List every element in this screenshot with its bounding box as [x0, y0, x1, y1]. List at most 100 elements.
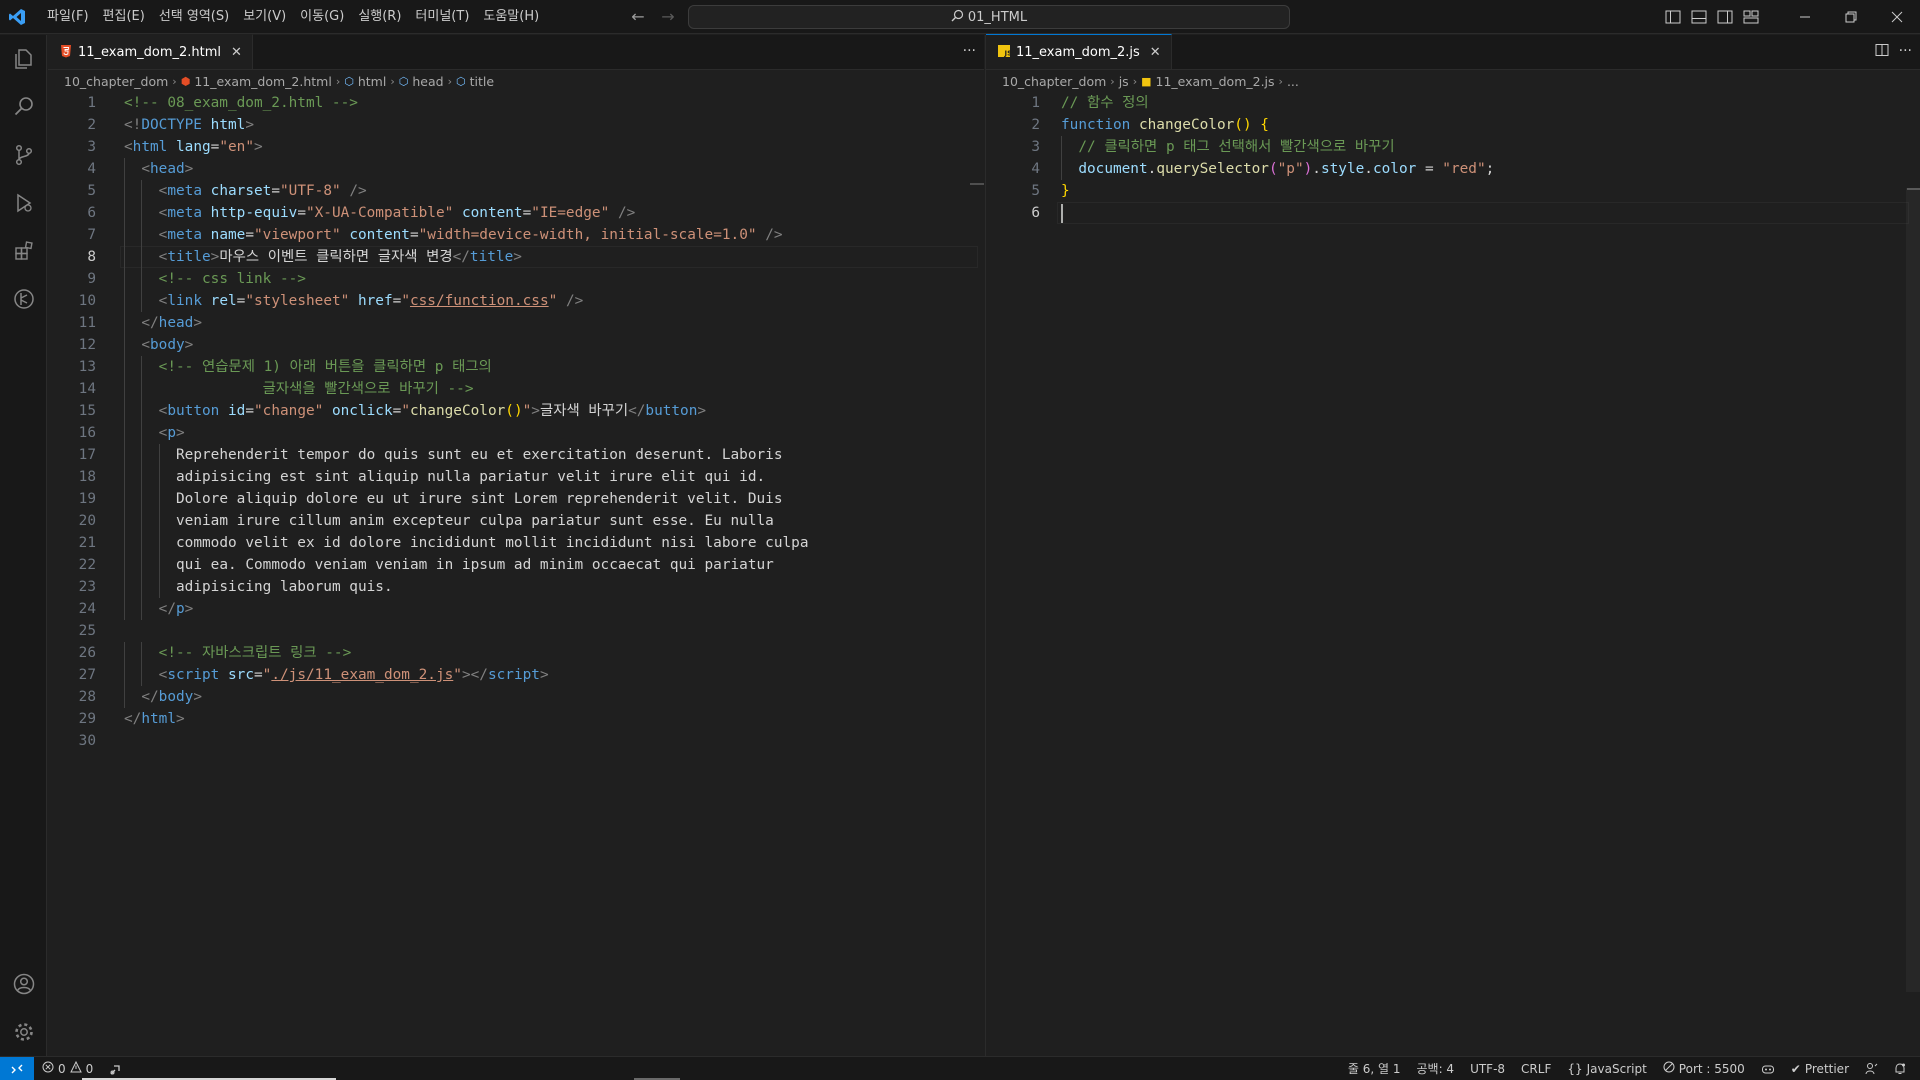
breadcrumb-segment[interactable]: 10_chapter_dom — [64, 74, 168, 89]
more-actions-icon[interactable]: ··· — [1899, 43, 1912, 61]
code-line[interactable]: 12 <body> — [48, 334, 984, 356]
code-line[interactable]: 2 <!DOCTYPE html> — [48, 114, 984, 136]
settings-gear-icon[interactable] — [0, 1008, 47, 1056]
close-tab-icon[interactable]: ✕ — [1150, 45, 1161, 60]
code-editor[interactable]: 1 <!-- 08_exam_dom_2.html --> 2 <!DOCTYPE h… — [48, 92, 984, 752]
toggle-primary-sidebar-icon[interactable] — [1660, 5, 1686, 29]
source-control-icon[interactable] — [0, 131, 47, 179]
code-line[interactable]: 3 <html lang="en"> — [48, 136, 984, 158]
breadcrumb-segment[interactable]: 10_chapter_dom — [1002, 74, 1106, 89]
code-line[interactable]: 5} — [986, 180, 1920, 202]
code-line[interactable]: 23 adipisicing laborum quis. — [48, 576, 984, 598]
code-line[interactable]: 4 <head> — [48, 158, 984, 180]
live-server-port[interactable]: Port : 5500 — [1655, 1061, 1753, 1076]
code-line[interactable]: 4 document.querySelector("p").style.color… — [986, 158, 1920, 180]
menu-item[interactable]: 터미널(T) — [408, 0, 476, 34]
menu-item[interactable]: 파일(F) — [40, 0, 96, 34]
close-tab-icon[interactable]: ✕ — [231, 45, 242, 60]
code-line[interactable]: 21 commodo velit ex id dolore incididunt … — [48, 532, 984, 554]
code-line[interactable]: 13 <!-- 연습문제 1) 아래 버튼을 클릭하면 p 태그의 — [48, 356, 984, 378]
code-line[interactable]: 8 <title>마우스 이벤트 클릭하면 글자색 변경</title> — [48, 246, 984, 268]
code-line[interactable]: 28 </body> — [48, 686, 984, 708]
menu-item[interactable]: 편집(E) — [96, 0, 152, 34]
breadcrumb-segment[interactable]: ... — [1287, 74, 1299, 89]
breadcrumb-segment[interactable]: 11_exam_dom_2.js — [1156, 74, 1275, 89]
code-line[interactable]: 5 <meta charset="UTF-8" /> — [48, 180, 984, 202]
menu-item[interactable]: 선택 영역(S) — [152, 0, 236, 34]
code-line[interactable]: 3 // 클릭하면 p 태그 선택해서 빨간색으로 바꾸기 — [986, 136, 1920, 158]
code-line[interactable]: 1 <!-- 08_exam_dom_2.html --> — [48, 92, 984, 114]
problems-indicator[interactable]: 0 0 — [34, 1060, 101, 1076]
code-line[interactable]: 30 — [48, 730, 984, 752]
go-back-icon[interactable]: ← — [628, 7, 648, 27]
breadcrumb-segment[interactable]: 11_exam_dom_2.html — [194, 74, 332, 89]
code-line[interactable]: 24 </p> — [48, 598, 984, 620]
status-bar: 0 0 줄 6, 열 1 공백: 4 UTF-8 CRLF {} JavaScr… — [0, 1056, 1920, 1080]
notifications-bell-icon[interactable] — [1886, 1062, 1914, 1075]
end-of-line[interactable]: CRLF — [1513, 1062, 1559, 1076]
code-line[interactable]: 2 function changeColor() { — [986, 114, 1920, 136]
close-window-icon[interactable] — [1874, 0, 1920, 34]
code-line[interactable]: 19 Dolore aliquip dolore eu ut irure sint… — [48, 488, 984, 510]
git-graph-icon[interactable] — [0, 275, 47, 323]
menu-item[interactable]: 도움말(H) — [476, 0, 546, 34]
tab-html-file[interactable]: 11_exam_dom_2.html ✕ — [48, 34, 253, 69]
split-editor-icon[interactable] — [1875, 43, 1889, 61]
code-line[interactable]: 16 <p> — [48, 422, 984, 444]
menu-item[interactable]: 실행(R) — [351, 0, 408, 34]
code-line[interactable]: 29 </html> — [48, 708, 984, 730]
encoding[interactable]: UTF-8 — [1462, 1062, 1513, 1076]
code-line[interactable]: 10 <link rel="stylesheet" href="css/funct… — [48, 290, 984, 312]
code-line[interactable]: 20 veniam irure cillum anim excepteur cul… — [48, 510, 984, 532]
toggle-secondary-sidebar-icon[interactable] — [1712, 5, 1738, 29]
restore-icon[interactable] — [1828, 0, 1874, 34]
code-line[interactable]: 6 — [986, 202, 1920, 224]
code-line[interactable]: 27 <script src="./js/11_exam_dom_2.js"></… — [48, 664, 984, 686]
extensions-icon[interactable] — [0, 227, 47, 275]
tab-js-file[interactable]: JS 11_exam_dom_2.js ✕ — [986, 34, 1172, 69]
code-token: id — [228, 403, 246, 419]
code-token: "X-UA-Compatible" — [305, 205, 454, 221]
command-center-search[interactable]: 01_HTML — [688, 5, 1290, 29]
menu-item[interactable]: 이동(G) — [293, 0, 351, 34]
code-line[interactable]: 9 <!-- css link --> — [48, 268, 984, 290]
breadcrumb-segment[interactable]: title — [470, 74, 494, 89]
code-token: = — [297, 205, 306, 221]
minimize-icon[interactable] — [1782, 0, 1828, 34]
code-line[interactable]: 1 // 함수 정의 — [986, 92, 1920, 114]
search-icon[interactable] — [0, 83, 47, 131]
code-line[interactable]: 11 </head> — [48, 312, 984, 334]
code-line[interactable]: 18 adipisicing est sint aliquip nulla par… — [48, 466, 984, 488]
prettier-status[interactable]: ✔ Prettier — [1783, 1062, 1857, 1076]
indentation[interactable]: 공백: 4 — [1408, 1060, 1462, 1077]
vertical-scrollbar[interactable] — [1906, 188, 1920, 992]
language-mode[interactable]: {} JavaScript — [1559, 1062, 1654, 1076]
code-token: { — [1260, 117, 1269, 133]
run-debug-icon[interactable] — [0, 179, 47, 227]
copilot-icon[interactable] — [1753, 1063, 1783, 1075]
breadcrumb-segment[interactable]: js — [1119, 74, 1129, 89]
code-line[interactable]: 25 — [48, 620, 984, 642]
cursor-position[interactable]: 줄 6, 열 1 — [1340, 1060, 1409, 1077]
explorer-icon[interactable] — [0, 35, 47, 83]
customize-layout-icon[interactable] — [1738, 5, 1764, 29]
code-token: = — [392, 403, 402, 419]
breadcrumb-segment[interactable]: html — [358, 74, 386, 89]
accounts-icon[interactable] — [0, 960, 47, 1008]
code-line[interactable]: 22 qui ea. Commodo veniam veniam in ipsum… — [48, 554, 984, 576]
feedback-icon[interactable] — [1857, 1062, 1886, 1075]
code-line[interactable]: 26 <!-- 자바스크립트 링크 --> — [48, 642, 984, 664]
code-line[interactable]: 7 <meta name="viewport" content="width=de… — [48, 224, 984, 246]
live-share-icon[interactable] — [101, 1062, 131, 1076]
code-line[interactable]: 15 <button id="change" onclick="changeCol… — [48, 400, 984, 422]
more-actions-icon[interactable]: ··· — [963, 43, 976, 59]
breadcrumb-segment[interactable]: head — [412, 74, 443, 89]
toggle-panel-icon[interactable] — [1686, 5, 1712, 29]
code-line[interactable]: 17 Reprehenderit tempor do quis sunt eu e… — [48, 444, 984, 466]
go-forward-icon[interactable]: → — [658, 7, 678, 27]
code-line[interactable]: 6 <meta http-equiv="X-UA-Compatible" cont… — [48, 202, 984, 224]
remote-window-icon[interactable] — [0, 1057, 34, 1080]
code-line[interactable]: 14 글자색을 빨간색으로 바꾸기 --> — [48, 378, 984, 400]
code-editor[interactable]: 1// 함수 정의 2 function changeColor() {3// 클릭… — [986, 92, 1920, 224]
menu-item[interactable]: 보기(V) — [236, 0, 293, 34]
